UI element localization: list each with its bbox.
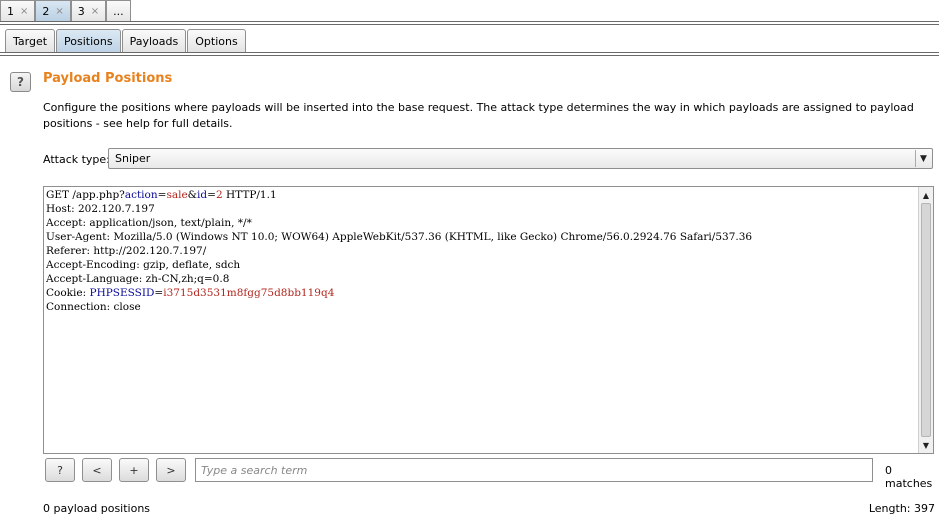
attack-tab-2[interactable]: 2 × (35, 0, 71, 22)
request-text[interactable]: GET /app.php?action=sale&id=2 HTTP/1.1 Ho… (46, 188, 916, 453)
tab-divider (0, 21, 939, 25)
vertical-scrollbar[interactable]: ▲ ▼ (918, 187, 933, 453)
request-editor[interactable]: GET /app.php?action=sale&id=2 HTTP/1.1 Ho… (43, 186, 934, 454)
attack-tab-1[interactable]: 1 × (0, 0, 36, 22)
header-connection: Connection: close (46, 301, 141, 313)
attack-type-select[interactable]: Sniper ▼ (108, 148, 933, 169)
attack-tab-label: 3 (77, 5, 85, 18)
attack-tab-bar: 1 × 2 × 3 × ... (0, 0, 939, 22)
attack-type-value: Sniper (115, 152, 151, 165)
add-search-button[interactable]: + (119, 458, 149, 482)
tab-payloads[interactable]: Payloads (121, 29, 187, 53)
attack-tab-label: 1 (7, 5, 14, 18)
scroll-up-icon[interactable]: ▲ (919, 188, 933, 202)
close-icon[interactable]: × (20, 6, 28, 17)
attack-type-label: Attack type: (43, 153, 110, 166)
search-input[interactable] (195, 458, 873, 482)
payload-positions-count: 0 payload positions (43, 502, 151, 515)
attack-tab-label: 2 (42, 5, 50, 18)
scrollbar-thumb[interactable] (921, 203, 931, 437)
attack-tab-3[interactable]: 3 × (70, 0, 107, 22)
page-title: Payload Positions (43, 71, 173, 86)
header-host: Host: 202.120.7.197 (46, 203, 155, 215)
match-count: 0 matches (885, 464, 933, 490)
section-description: Configure the positions where payloads w… (43, 101, 914, 130)
scroll-down-icon[interactable]: ▼ (919, 438, 933, 452)
attack-tab-label: ... (113, 5, 124, 18)
previous-match-button[interactable]: < (82, 458, 112, 482)
header-accept: Accept: application/json, text/plain, */… (46, 217, 252, 229)
header-referer: Referer: http://202.120.7.197/ (46, 245, 207, 257)
sub-tab-bar: Target Positions Payloads Options (5, 29, 247, 53)
next-match-button[interactable]: > (156, 458, 186, 482)
chevron-down-icon[interactable]: ▼ (915, 150, 931, 167)
sub-tab-divider (0, 52, 939, 56)
request-length: Length: 397 (868, 502, 935, 515)
attack-tab-new[interactable]: ... (106, 0, 131, 22)
request-line: GET /app.php?action=sale&id=2 HTTP/1.1 (46, 189, 277, 201)
search-help-button[interactable]: ? (45, 458, 75, 482)
header-user-agent: User-Agent: Mozilla/5.0 (Windows NT 10.0… (46, 231, 753, 243)
tab-options[interactable]: Options (187, 29, 246, 53)
header-accept-encoding: Accept-Encoding: gzip, deflate, sdch (46, 259, 241, 271)
close-icon[interactable]: × (91, 6, 99, 17)
tab-positions[interactable]: Positions (56, 29, 121, 53)
header-cookie: Cookie: PHPSESSID=i3715d3531m8fgg75d8bb1… (46, 287, 335, 299)
header-accept-language: Accept-Language: zh-CN,zh;q=0.8 (46, 273, 230, 285)
help-icon[interactable]: ? (10, 72, 31, 92)
close-icon[interactable]: × (55, 6, 63, 17)
tab-target[interactable]: Target (5, 29, 56, 53)
